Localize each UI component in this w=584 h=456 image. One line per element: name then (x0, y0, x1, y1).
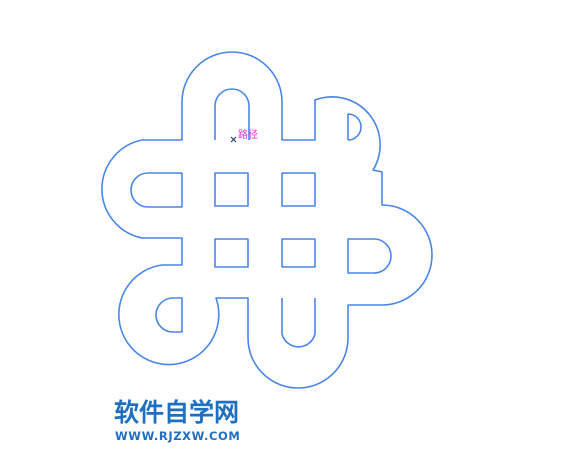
knot-outer-outline[interactable] (101, 51, 433, 389)
anchor-cross-icon (230, 136, 237, 143)
upper-right-loop-inner[interactable] (347, 113, 362, 141)
chinese-knot-shape[interactable] (101, 51, 433, 389)
watermark-url: WWW.RJZXW.COM (115, 429, 241, 443)
drawing-canvas[interactable]: 路径 (0, 0, 584, 456)
left-loop-inner[interactable] (130, 172, 183, 208)
right-loop-inner[interactable] (347, 238, 392, 274)
bottom-loop-inner[interactable] (281, 298, 316, 348)
grid-hole-top-right[interactable] (281, 172, 316, 207)
grid-hole-bottom-left[interactable] (214, 238, 249, 268)
grid-hole-top-left[interactable] (214, 172, 249, 207)
grid-hole-bottom-right[interactable] (281, 238, 316, 268)
path-hover-label: 路径 (238, 128, 258, 141)
lower-left-loop-inner[interactable] (155, 297, 183, 333)
watermark-title: 软件自学网 (114, 398, 240, 427)
